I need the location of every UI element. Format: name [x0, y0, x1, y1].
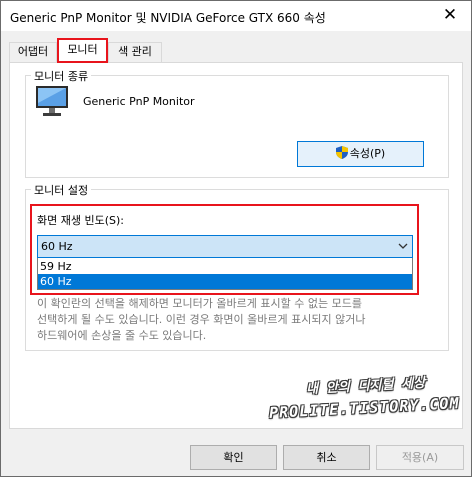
ok-button[interactable]: 확인: [190, 445, 277, 470]
properties-button-label: 속성(P): [349, 147, 386, 160]
properties-window: Generic PnP Monitor 및 NVIDIA GeForce GTX…: [0, 0, 472, 477]
tab-color-management[interactable]: 색 관리: [108, 42, 162, 62]
apply-button[interactable]: 적용(A): [376, 445, 464, 470]
uac-shield-icon: [335, 146, 348, 159]
monitor-type-group-title: 모니터 종류: [31, 68, 92, 84]
monitor-name: Generic PnP Monitor: [83, 95, 195, 108]
cancel-button[interactable]: 취소: [283, 445, 370, 470]
monitor-settings-group-title: 모니터 설정: [31, 182, 92, 198]
warning-text-line: 선택하게 될 수도 있습니다. 이런 경우 화면이 올바르게 표시되지 않거나: [37, 313, 366, 326]
warning-text-line: 이 확인란의 선택을 해제하면 모니터가 올바르게 표시할 수 없는 모드를: [37, 297, 362, 310]
tab-monitor[interactable]: 모니터: [57, 38, 108, 63]
annotation-highlight-box: [30, 204, 419, 295]
close-button[interactable]: ✕: [439, 4, 461, 26]
tab-adapter[interactable]: 어댑터: [9, 42, 57, 62]
title-bar[interactable]: Generic PnP Monitor 및 NVIDIA GeForce GTX…: [1, 1, 471, 31]
warning-text-line: 하드웨어에 손상을 줄 수도 있습니다.: [37, 329, 207, 342]
window-title: Generic PnP Monitor 및 NVIDIA GeForce GTX…: [10, 11, 326, 25]
monitor-icon: [36, 86, 68, 116]
properties-button[interactable]: 속성(P): [297, 141, 424, 167]
